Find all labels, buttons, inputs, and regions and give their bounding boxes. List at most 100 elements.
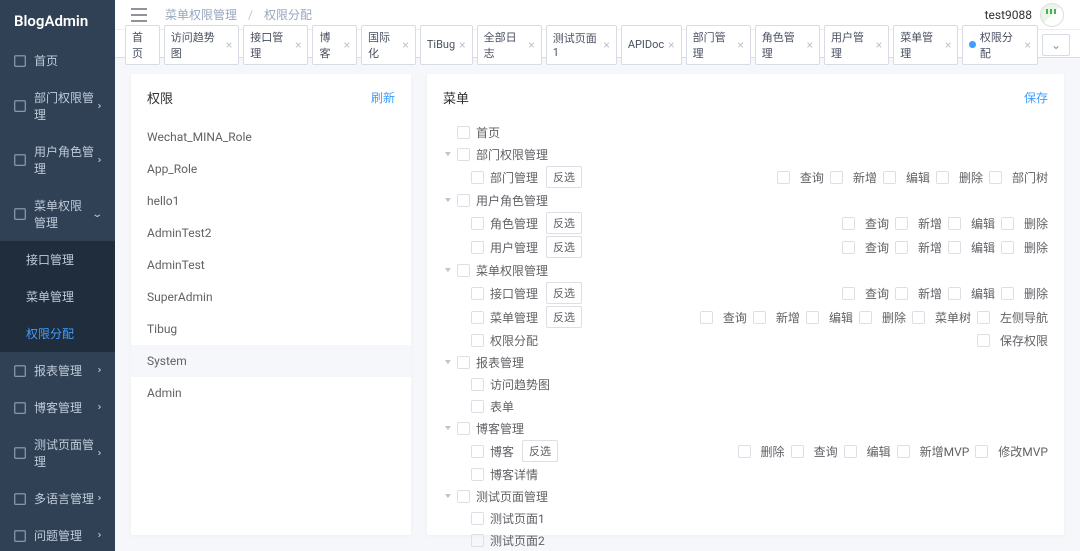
sidebar-subitem[interactable]: 权限分配 (0, 315, 115, 352)
checkbox[interactable] (895, 241, 908, 254)
role-item[interactable]: AdminTest (131, 249, 411, 281)
checkbox[interactable] (842, 241, 855, 254)
tree-action[interactable]: 新增MVP (897, 443, 970, 460)
tree-action[interactable]: 查询 (842, 239, 889, 256)
checkbox[interactable] (842, 287, 855, 300)
tree-label[interactable]: 菜单管理 (490, 309, 538, 326)
role-item[interactable]: SuperAdmin (131, 281, 411, 313)
checkbox[interactable] (1001, 287, 1014, 300)
close-icon[interactable]: × (876, 39, 882, 51)
tree-action[interactable]: 保存权限 (977, 332, 1048, 349)
tree-label[interactable]: 测试页面管理 (476, 488, 548, 505)
tree-label[interactable]: 接口管理 (490, 285, 538, 302)
close-icon[interactable]: × (344, 39, 350, 51)
tree-action[interactable]: 编辑 (806, 309, 853, 326)
checkbox[interactable] (471, 311, 484, 324)
role-item[interactable]: AdminTest2 (131, 217, 411, 249)
caret-down-icon[interactable]: ▼ (443, 267, 453, 274)
invert-button[interactable]: 反选 (546, 306, 582, 328)
checkbox[interactable] (471, 512, 484, 525)
close-icon[interactable]: × (1025, 39, 1031, 51)
sidebar-item[interactable]: 首页 (0, 42, 115, 79)
checkbox[interactable] (842, 217, 855, 230)
tree-action[interactable]: 删除 (936, 169, 983, 186)
tree-action[interactable]: 修改MVP (975, 443, 1048, 460)
tree-label[interactable]: 博客管理 (476, 420, 524, 437)
invert-button[interactable]: 反选 (546, 166, 582, 188)
sidebar-item[interactable]: 菜单权限管理⌄ (0, 187, 115, 241)
close-icon[interactable]: × (528, 39, 534, 51)
checkbox[interactable] (897, 445, 910, 458)
checkbox[interactable] (989, 171, 1002, 184)
tree-label[interactable]: 报表管理 (476, 354, 524, 371)
checkbox[interactable] (471, 171, 484, 184)
checkbox[interactable] (948, 241, 961, 254)
close-icon[interactable]: × (668, 39, 674, 51)
tree-action[interactable]: 左侧导航 (977, 309, 1048, 326)
tree-label[interactable]: 部门管理 (490, 169, 538, 186)
role-item[interactable]: Admin (131, 377, 411, 409)
tree-label[interactable]: 权限分配 (490, 332, 538, 349)
tree-action[interactable]: 删除 (1001, 285, 1048, 302)
sidebar-item[interactable]: 问题管理› (0, 517, 115, 551)
sidebar-subitem[interactable]: 接口管理 (0, 241, 115, 278)
checkbox[interactable] (777, 171, 790, 184)
tree-action[interactable]: 新增 (895, 215, 942, 232)
tree-action[interactable]: 查询 (842, 215, 889, 232)
tree-label[interactable]: 博客 (490, 443, 514, 460)
tree-label[interactable]: 部门权限管理 (476, 146, 548, 163)
checkbox[interactable] (457, 148, 470, 161)
checkbox[interactable] (471, 241, 484, 254)
tree-action[interactable]: 新增 (895, 239, 942, 256)
checkbox[interactable] (471, 534, 484, 547)
checkbox[interactable] (830, 171, 843, 184)
checkbox[interactable] (471, 334, 484, 347)
checkbox[interactable] (700, 311, 713, 324)
checkbox[interactable] (471, 217, 484, 230)
tree-action[interactable]: 编辑 (883, 169, 930, 186)
checkbox[interactable] (895, 287, 908, 300)
checkbox[interactable] (844, 445, 857, 458)
refresh-button[interactable]: 刷新 (371, 89, 395, 106)
hamburger-icon[interactable] (131, 8, 147, 22)
role-item[interactable]: System (131, 345, 411, 377)
tree-action[interactable]: 查询 (700, 309, 747, 326)
checkbox[interactable] (753, 311, 766, 324)
tree-label[interactable]: 角色管理 (490, 215, 538, 232)
checkbox[interactable] (471, 468, 484, 481)
close-icon[interactable]: × (945, 39, 951, 51)
tree-label[interactable]: 首页 (476, 124, 500, 141)
role-item[interactable]: Wechat_MINA_Role (131, 121, 411, 153)
checkbox[interactable] (806, 311, 819, 324)
checkbox[interactable] (471, 378, 484, 391)
close-icon[interactable]: × (402, 39, 408, 51)
tree-action[interactable]: 查询 (842, 285, 889, 302)
checkbox[interactable] (457, 356, 470, 369)
tree-label[interactable]: 访问趋势图 (490, 376, 550, 393)
checkbox[interactable] (977, 334, 990, 347)
tree-label[interactable]: 用户角色管理 (476, 192, 548, 209)
tree-action[interactable]: 编辑 (844, 443, 891, 460)
checkbox[interactable] (1001, 241, 1014, 254)
save-button[interactable]: 保存 (1024, 89, 1048, 106)
sidebar-item[interactable]: 报表管理› (0, 352, 115, 389)
close-icon[interactable]: × (226, 39, 232, 51)
checkbox[interactable] (977, 311, 990, 324)
checkbox[interactable] (912, 311, 925, 324)
tree-action[interactable]: 查询 (777, 169, 824, 186)
tree-action[interactable]: 删除 (1001, 239, 1048, 256)
checkbox[interactable] (457, 422, 470, 435)
invert-button[interactable]: 反选 (546, 212, 582, 234)
tabs-dropdown[interactable]: ⌄ (1042, 34, 1070, 56)
tree-action[interactable]: 编辑 (948, 285, 995, 302)
tree-label[interactable]: 表单 (490, 398, 514, 415)
close-icon[interactable]: × (737, 39, 743, 51)
role-item[interactable]: hello1 (131, 185, 411, 217)
sidebar-item[interactable]: 多语言管理› (0, 480, 115, 517)
tree-label[interactable]: 测试页面2 (490, 532, 545, 549)
checkbox[interactable] (883, 171, 896, 184)
tree-action[interactable]: 新增 (895, 285, 942, 302)
tree-action[interactable]: 部门树 (989, 169, 1048, 186)
tree-label[interactable]: 用户管理 (490, 239, 538, 256)
checkbox[interactable] (948, 217, 961, 230)
